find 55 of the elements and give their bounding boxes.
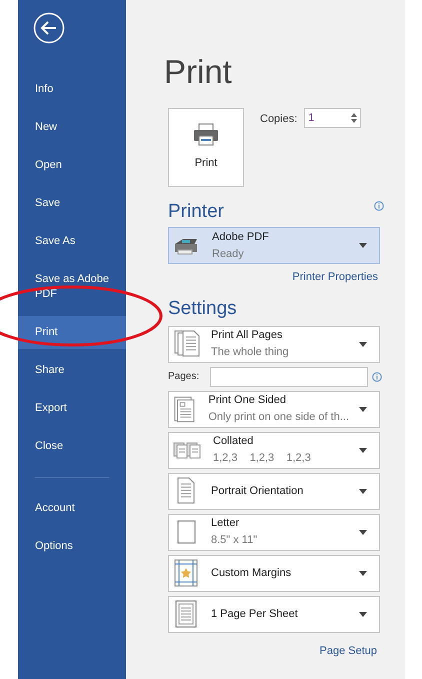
spinner-arrows-icon[interactable] [351, 112, 358, 124]
printer-properties-link[interactable]: Printer Properties [292, 269, 378, 286]
caret-icon [359, 342, 367, 346]
setting-title: Print One Sided [208, 393, 288, 408]
print-button[interactable]: Print [168, 108, 244, 187]
printer-heading: Printer [168, 200, 224, 224]
sidebar-item[interactable]: Save As [18, 225, 126, 258]
stacked-pages-icon [173, 329, 201, 359]
caret-icon [359, 448, 367, 452]
setting-dropdown[interactable]: Custom Margins [168, 554, 380, 592]
setting-title: Custom Margins [211, 566, 292, 580]
setting-title: Portrait Orientation [211, 484, 304, 498]
printer-dropdown[interactable]: Adobe PDF Ready [168, 227, 380, 264]
caret-icon [359, 570, 367, 576]
sidebar-item[interactable]: Export [18, 392, 126, 425]
printer-name: Adobe PDF [212, 230, 270, 244]
copies-label: Copies: [260, 112, 298, 127]
sidebar-item[interactable]: New [18, 111, 126, 144]
printer-icon [192, 123, 220, 148]
sidebar-item[interactable]: Options [18, 530, 126, 563]
setting-subtitle: 8.5" x 11" [211, 533, 258, 548]
setting-dropdown[interactable]: Letter 8.5" x 11" [168, 514, 380, 550]
setting-dropdown[interactable]: Portrait Orientation [168, 472, 380, 510]
setting-title: Print All Pages [211, 328, 284, 343]
setting-dropdown[interactable]: Print All Pages The whole thing [168, 326, 380, 362]
info-icon[interactable] [372, 372, 382, 382]
caret-icon [359, 406, 367, 412]
sidebar-item[interactable]: Info [18, 73, 126, 106]
sidebar-item[interactable]: Account [18, 492, 126, 525]
caret-icon [359, 243, 367, 248]
setting-subtitle: 1,2,3 1,2,3 1,2,3 [213, 451, 312, 466]
printer-status: Ready [212, 246, 245, 262]
sidebar-item[interactable]: Print [18, 316, 126, 349]
setting-dropdown[interactable]: 1 Page Per Sheet [168, 596, 380, 632]
sidebar-item[interactable]: Open [18, 149, 126, 182]
setting-dropdown[interactable]: Print One Sided Only print on one side of th... [168, 390, 380, 428]
caret-icon [359, 530, 367, 534]
setting-title: Collated [213, 434, 254, 449]
setting-title: 1 Page Per Sheet [211, 606, 299, 622]
setting-subtitle: Only print on one side of th... [208, 410, 349, 425]
caret-icon [359, 488, 367, 494]
page-title: Print [164, 52, 233, 92]
copies-spinner[interactable]: 1 [304, 108, 362, 128]
setting-dropdown[interactable]: Collated 1,2,3 1,2,3 1,2,3 [168, 432, 380, 468]
setting-subtitle: The whole thing [211, 345, 290, 360]
pages-field[interactable] [210, 366, 368, 386]
page-setup-link[interactable]: Page Setup [320, 642, 377, 659]
sidebar-item[interactable]: Share [18, 354, 126, 387]
settings-heading: Settings [168, 296, 238, 320]
setting-title: Letter [211, 516, 240, 531]
sidebar-item[interactable]: Save [18, 187, 126, 220]
pages-label: Pages: [168, 370, 200, 384]
sidebar-item[interactable]: Close [18, 430, 126, 463]
info-icon[interactable] [374, 201, 384, 211]
caret-icon [359, 612, 367, 616]
